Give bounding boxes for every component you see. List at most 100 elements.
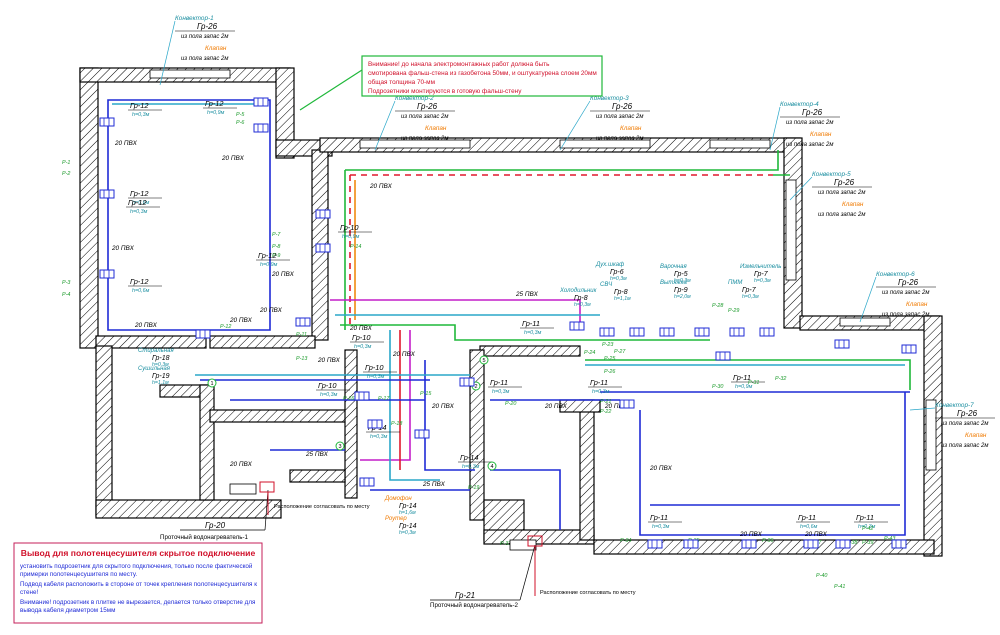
socket-box-10 — [569, 321, 585, 331]
window-4 — [709, 139, 771, 149]
appliance-5-name: Вытяжка — [660, 280, 688, 286]
appliance-10-group: Гр-14 — [399, 503, 417, 510]
wall-left-room-west — [79, 67, 99, 349]
socket-box-13 — [659, 327, 675, 337]
junction-5-number: 5 — [482, 358, 485, 364]
socket-box-18 — [354, 391, 370, 401]
convector-7-valve-note: из пола запас 2м — [941, 443, 988, 449]
group-height-2: h=0,9м — [207, 110, 225, 116]
socket-box-23 — [619, 399, 635, 409]
convector-6-group: Гр-26 — [898, 278, 919, 287]
notice-bottom-line-5: Внимание! подрозетник в плитке не выреза… — [20, 599, 255, 606]
appliance-4-name: Варочная — [660, 264, 687, 270]
socket-box-12 — [629, 327, 645, 337]
group-height-4: h=0,6м — [132, 288, 150, 294]
appliance-11-name: Роутер — [385, 516, 407, 522]
appliance-6-group: Гр-7 — [742, 287, 757, 294]
group-label-11: Гр-11 — [522, 319, 540, 328]
heater-1-box — [259, 481, 275, 493]
socket-Р-11: Р-11 — [296, 332, 307, 338]
group-label-13: Гр-11 — [590, 378, 608, 387]
pvc-label-14: 25 ПВХ — [422, 481, 446, 488]
pvc-label-19: 20 ПВХ — [804, 531, 828, 538]
appliance-4-group: Гр-5 — [674, 271, 688, 278]
notice-bottom-line-6: вывода кабеля диаметром 15мм — [20, 606, 115, 614]
convector-4-name: Конвектор-4 — [780, 101, 819, 108]
water-heater-2-symbol — [509, 539, 537, 551]
group-label-2: Гр-12 — [205, 99, 224, 108]
socket-box-7 — [315, 243, 331, 253]
convector-1-name: Конвектор-1 — [175, 15, 214, 22]
group-label-10: Гр-10 — [318, 381, 337, 390]
window-7 — [925, 399, 937, 471]
notice-top-line-3: общая толщина 70-мм — [368, 78, 435, 86]
electrical-floor-plan: Конвектор-1 Гр-26 из пола запас 2м Клапан из… — [13, 15, 995, 624]
convector-2-valve: Клапан — [425, 125, 447, 132]
heater-1-group: Гр-20 — [205, 521, 226, 530]
socket-box-4 — [253, 97, 269, 107]
group-height-7: h=0,9м — [342, 234, 360, 240]
group-height-15: h=0,3м — [370, 434, 388, 440]
appliance-2-name: СВЧ — [600, 282, 613, 288]
group-height-12: h=0,3м — [492, 389, 510, 395]
group-label-16: Гр-11 — [650, 513, 668, 522]
notice-bottom: Вывод для полотенцесушителя скрытое подк… — [13, 542, 263, 624]
appliance-3-group: Гр-8 — [574, 295, 588, 302]
socket-box-26 — [741, 539, 757, 549]
group-label-9: Гр-10 — [365, 363, 384, 372]
appliance-7-height: h=0,3м — [754, 278, 771, 284]
appliance-8-group: Гр-18 — [152, 355, 170, 362]
convector-4-note: из пола запас 2м — [786, 120, 833, 126]
wall-bath-north — [209, 409, 351, 423]
convector-6-name: Конвектор-6 — [876, 271, 915, 278]
appliance-5-group: Гр-9 — [674, 287, 688, 294]
socket-box-28 — [835, 539, 851, 549]
group-height-17: h=0,6м — [800, 524, 818, 530]
appliance-7-name: Измельчитель — [740, 264, 781, 270]
appliance-7-group: Гр-7 — [754, 271, 769, 278]
socket-Р-5: Р-5 — [236, 112, 245, 118]
junction-1-number: 1 — [210, 381, 213, 387]
socket-Р-7: Р-7 — [272, 232, 281, 238]
appliance-2-height: h=1,1м — [614, 296, 631, 302]
convector-7-name: Конвектор-7 — [935, 402, 974, 409]
socket-Р-27: Р-27 — [614, 349, 626, 355]
convector-7-group: Гр-26 — [957, 409, 978, 418]
group-label-1: Гр-12 — [130, 101, 149, 110]
convector-7-valve: Клапан — [965, 432, 987, 439]
socket-box-29 — [891, 539, 907, 549]
appliance-11-group: Гр-14 — [399, 523, 417, 530]
heater-2-placement-note: Расположение согласовать по месту — [540, 590, 636, 596]
notice-top-line-4: Подрозетники монтируются в готовую фальш… — [368, 88, 522, 95]
socket-Р-21: Р-21 — [600, 399, 611, 405]
socket-Р-26: Р-26 — [604, 369, 615, 375]
socket-Р-29: Р-29 — [728, 308, 739, 314]
socket-Р-2: Р-2 — [62, 171, 70, 177]
socket-Р-39: Р-39 — [862, 540, 873, 546]
convector-2-valve-note: из пола запас 2м — [401, 136, 448, 142]
group-label-12: Гр-11 — [490, 378, 508, 387]
wall-mid-center — [479, 345, 581, 357]
pvc-label-2: 20 ПВХ — [221, 155, 245, 162]
socket-Р-23: Р-23 — [602, 342, 613, 348]
convector-3-valve: Клапан — [620, 125, 642, 132]
pvc-label-5: 20 ПВХ — [259, 307, 283, 314]
pvc-label-9: 20 ПВХ — [349, 325, 373, 332]
pvc-label-17: 20 ПВХ — [649, 465, 673, 472]
wire-left-room-perimeter — [107, 99, 271, 331]
socket-Р-15: Р-15 — [420, 391, 432, 397]
socket-box-30 — [834, 339, 850, 349]
group-label-17: Гр-11 — [798, 513, 816, 522]
convector-6-leader — [859, 276, 877, 323]
group-label-3: Гр-12 — [130, 189, 149, 198]
socket-Р-40: Р-40 — [816, 573, 827, 579]
convector-5-note: из пола запас 2м — [818, 190, 865, 196]
pvc-label-8: 20 ПВХ — [369, 183, 393, 190]
pvc-label-7: 25 ПВХ — [515, 291, 539, 298]
socket-box-1 — [99, 117, 115, 127]
wall-lower-south — [95, 499, 282, 519]
socket-Р-34: Р-34 — [620, 538, 631, 544]
socket-Р-28: Р-28 — [712, 303, 723, 309]
socket-box-14 — [694, 327, 710, 337]
appliance-6-height: h=0,3м — [742, 294, 759, 300]
